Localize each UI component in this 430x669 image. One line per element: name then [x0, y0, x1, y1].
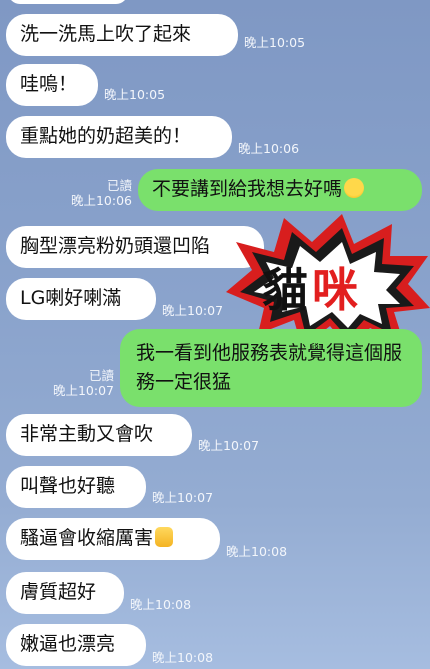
thumbs-up-icon — [155, 527, 174, 547]
message-timestamp: 晚上10:08 — [130, 597, 192, 612]
message-bubble-incoming[interactable]: 非常主動又會吹 — [6, 414, 192, 456]
read-receipt: 已讀 — [88, 368, 114, 383]
message-bubble-incoming[interactable]: LG喇好喇滿 — [6, 278, 156, 320]
message-bubble-incoming[interactable]: 叫聲也好聽 — [6, 466, 146, 508]
laughing-emoji-icon — [344, 178, 365, 198]
message-timestamp: 晚上10:06 — [70, 193, 132, 208]
message-timestamp: 晚上10:07 — [152, 490, 214, 505]
message-bubble-partial — [8, 0, 128, 4]
message-timestamp: 晚上10:06 — [238, 141, 300, 156]
message-text: 胸型漂亮粉奶頭還凹陷 — [20, 235, 211, 257]
message-text: 不要講到給我想去好嗎 — [152, 178, 343, 200]
message-text: 騷逼會收縮厲害 — [20, 527, 154, 549]
message-timestamp: 晚上10:07 — [52, 383, 114, 398]
message-status: 已讀 晚上10:07 — [46, 368, 114, 398]
message-text: 我一看到他服務表就覺得這個服務一定很猛 — [136, 342, 403, 393]
message-bubble-incoming[interactable]: 洗一洗馬上吹了起來 — [6, 14, 238, 56]
message-bubble-outgoing[interactable]: 不要講到給我想去好嗎 — [138, 169, 422, 211]
message-bubble-incoming[interactable]: 膚質超好 — [6, 572, 124, 614]
message-timestamp: 晚上10:05 — [104, 87, 166, 102]
message-bubble-incoming[interactable]: 重點她的奶超美的！ — [6, 116, 232, 158]
message-timestamp: 晚上10:08 — [152, 650, 214, 665]
read-receipt: 已讀 — [106, 178, 132, 193]
message-text: 洗一洗馬上吹了起來 — [20, 23, 192, 45]
message-text: 非常主動又會吹 — [20, 423, 154, 445]
message-text: 重點她的奶超美的！ — [20, 125, 192, 147]
sticker-text: 貓咪 — [262, 263, 362, 317]
message-text: 嫩逼也漂亮 — [20, 633, 116, 655]
message-text: 膚質超好 — [20, 581, 97, 603]
message-bubble-incoming[interactable]: 嫩逼也漂亮 — [6, 624, 146, 666]
message-bubble-incoming[interactable]: 騷逼會收縮厲害 — [6, 518, 220, 560]
message-text: 叫聲也好聽 — [20, 475, 116, 497]
message-bubble-incoming[interactable]: 哇嗚！ — [6, 64, 98, 106]
message-timestamp: 晚上10:07 — [162, 303, 224, 318]
message-text: LG喇好喇滿 — [20, 287, 122, 309]
message-bubble-outgoing[interactable]: 我一看到他服務表就覺得這個服務一定很猛 — [120, 329, 422, 407]
message-timestamp: 晚上10:08 — [226, 544, 288, 559]
message-status: 已讀 晚上10:06 — [64, 178, 132, 208]
message-timestamp: 晚上10:05 — [244, 35, 306, 50]
message-text: 哇嗚！ — [20, 73, 78, 95]
message-timestamp: 晚上10:07 — [198, 438, 260, 453]
